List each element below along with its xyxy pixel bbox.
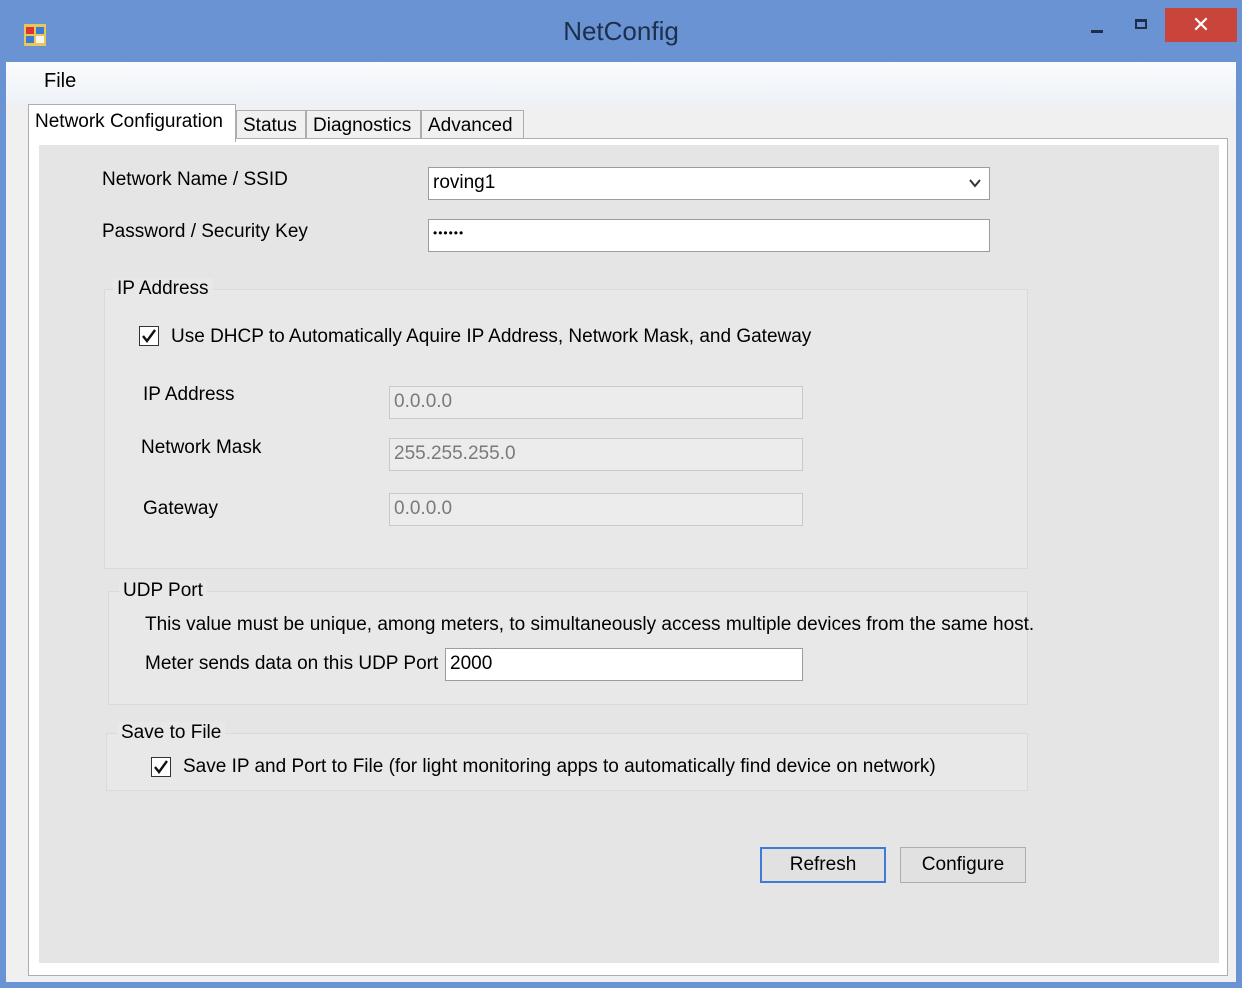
udp-port-note: This value must be unique, among meters,… (145, 614, 1035, 635)
tab-advanced[interactable]: Advanced (421, 110, 524, 140)
ssid-combobox[interactable]: roving1 (428, 167, 990, 200)
title-bar[interactable]: NetConfig ✕ (0, 0, 1242, 62)
window-title: NetConfig (563, 16, 679, 46)
minimize-button[interactable] (1080, 8, 1120, 42)
network-mask-label: Network Mask (141, 437, 262, 458)
ssid-label: Network Name / SSID (102, 169, 288, 190)
checkmark-icon (154, 760, 168, 774)
tab-diagnostics[interactable]: Diagnostics (306, 110, 421, 140)
menu-bar: File (6, 62, 1236, 104)
menu-file[interactable]: File (44, 70, 76, 93)
ip-address-input: 0.0.0.0 (389, 386, 803, 419)
tab-status[interactable]: Status (236, 110, 306, 140)
dhcp-label[interactable]: Use DHCP to Automatically Aquire IP Addr… (171, 326, 811, 348)
window-client-area: File Network Configuration Status Diagno… (6, 62, 1236, 982)
password-input[interactable]: •••••• (428, 219, 990, 252)
chevron-down-icon[interactable] (967, 175, 983, 191)
gateway-label: Gateway (143, 498, 218, 519)
save-to-file-group: Save to File Save IP and Port to File (f… (106, 722, 1028, 791)
tab-page-content: Network Name / SSID roving1 Password / S… (39, 145, 1219, 963)
udp-port-group-title: UDP Port (119, 580, 207, 602)
dhcp-checkbox[interactable] (139, 326, 159, 346)
gateway-input: 0.0.0.0 (389, 493, 803, 526)
password-label: Password / Security Key (102, 221, 308, 242)
udp-port-group: UDP Port This value must be unique, amon… (108, 580, 1034, 705)
tab-page-network-configuration: Network Name / SSID roving1 Password / S… (28, 138, 1228, 976)
checkmark-icon (142, 329, 156, 343)
network-mask-input: 255.255.255.0 (389, 438, 803, 471)
maximize-button[interactable] (1124, 8, 1164, 42)
save-to-file-checkbox[interactable] (151, 757, 171, 777)
ip-address-label: IP Address (143, 384, 235, 405)
refresh-button[interactable]: Refresh (760, 847, 886, 883)
udp-port-input[interactable]: 2000 (445, 648, 803, 681)
ssid-value: roving1 (433, 172, 496, 193)
udp-port-label: Meter sends data on this UDP Port (145, 653, 439, 674)
app-window: NetConfig ✕ File Network Configuration S… (0, 0, 1242, 988)
ip-address-group: IP Address Use DHCP to Automatically Aqu… (104, 278, 1028, 569)
save-to-file-group-title: Save to File (117, 722, 226, 744)
save-to-file-label[interactable]: Save IP and Port to File (for light moni… (183, 756, 936, 778)
tab-network-configuration[interactable]: Network Configuration (28, 104, 236, 142)
configure-button[interactable]: Configure (900, 847, 1026, 883)
ip-address-group-title: IP Address (113, 278, 213, 300)
close-button[interactable]: ✕ (1165, 8, 1237, 42)
